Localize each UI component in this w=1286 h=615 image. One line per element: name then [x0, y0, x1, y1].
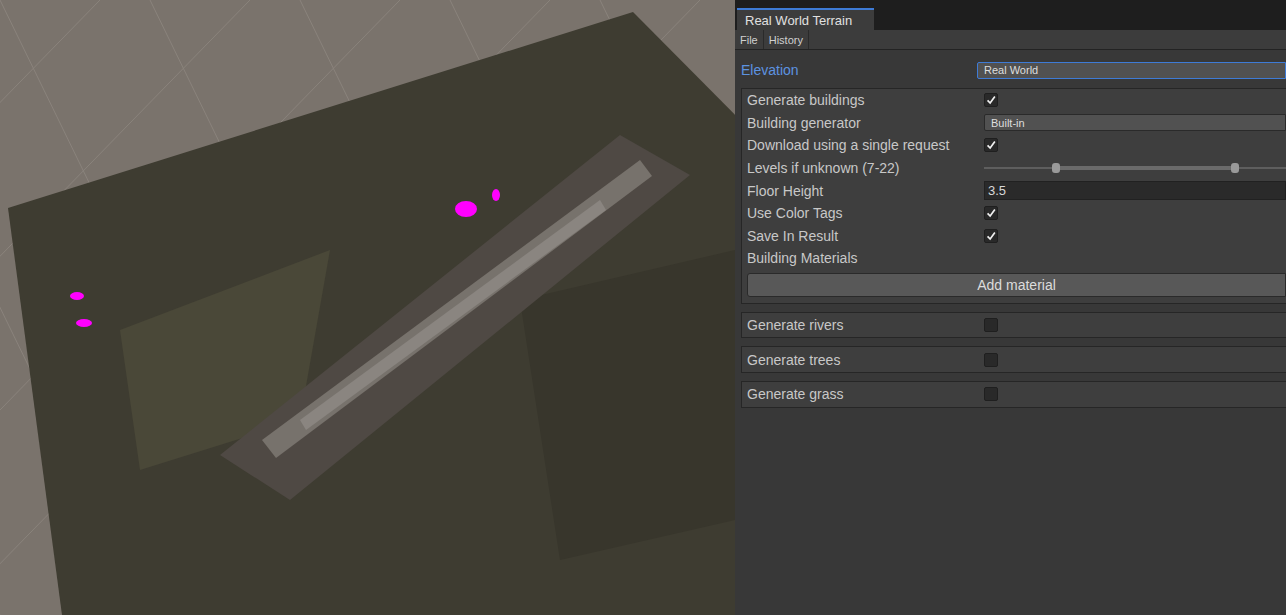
setting-label: Generate buildings: [747, 92, 984, 108]
checkbox[interactable]: [984, 353, 998, 367]
checkbox[interactable]: [984, 229, 998, 243]
generator-row: Generate rivers: [747, 314, 1286, 337]
checkbox[interactable]: [984, 206, 998, 220]
generator-group: Generate trees: [741, 346, 1286, 373]
setting-row: Download using a single request: [747, 134, 1286, 157]
checkbox[interactable]: [984, 138, 998, 152]
setting-row: Use Color Tags: [747, 202, 1286, 225]
dropdown[interactable]: Built-in: [984, 114, 1286, 131]
setting-row: Building generator Built-in: [747, 112, 1286, 135]
check-icon: [985, 138, 997, 152]
generator-label: Generate rivers: [747, 317, 984, 333]
checkbox[interactable]: [984, 318, 998, 332]
generator-label: Generate grass: [747, 386, 984, 402]
slider-handle[interactable]: [1231, 163, 1239, 173]
setting-row: Generate buildings: [747, 89, 1286, 112]
check-icon: [985, 229, 997, 243]
generator-row: Generate grass: [747, 383, 1286, 406]
panel-content: Elevation Real World Generate buildings …: [735, 50, 1286, 408]
setting-row: Save In Result: [747, 225, 1286, 248]
setting-label: Use Color Tags: [747, 205, 984, 221]
setting-label: Levels if unknown (7-22): [747, 160, 984, 176]
terrain: [8, 12, 735, 615]
building[interactable]: [76, 319, 92, 327]
slider-range: [1056, 166, 1234, 170]
setting-row: Levels if unknown (7-22): [747, 157, 1286, 180]
buildings-group: Generate buildings Building generator Bu…: [741, 88, 1286, 304]
building[interactable]: [455, 201, 477, 217]
scene-canvas[interactable]: [0, 0, 735, 615]
elevation-label: Elevation: [741, 62, 977, 78]
setting-label: Save In Result: [747, 228, 984, 244]
terrain-patch: [520, 250, 735, 560]
menu-bar: FileHistory: [735, 30, 1286, 50]
scene-view[interactable]: [0, 0, 735, 615]
checkbox[interactable]: [984, 93, 998, 107]
generator-row: Generate trees: [747, 348, 1286, 371]
slider-handle[interactable]: [1052, 163, 1060, 173]
generator-group: Generate rivers: [741, 312, 1286, 339]
building[interactable]: [70, 292, 84, 300]
runway: [262, 160, 652, 458]
generator-label: Generate trees: [747, 352, 984, 368]
number-field[interactable]: 3.5: [984, 181, 1286, 200]
check-icon: [985, 206, 997, 220]
runway-area: [220, 135, 690, 500]
generator-group: Generate grass: [741, 381, 1286, 408]
add-material-button[interactable]: Add material: [747, 273, 1286, 297]
setting-row: Building Materials: [747, 247, 1286, 270]
elevation-row: Elevation Real World: [741, 60, 1286, 80]
setting-label: Building generator: [747, 115, 984, 131]
setting-label: Floor Height: [747, 183, 984, 199]
taxiway: [300, 200, 606, 430]
setting-label: Download using a single request: [747, 137, 984, 153]
menu-item[interactable]: History: [764, 30, 809, 49]
menu-item[interactable]: File: [735, 30, 764, 49]
tab-bar: Real World Terrain: [735, 0, 1286, 30]
unity-editor: Real World Terrain FileHistory Elevation…: [0, 0, 1286, 615]
range-slider[interactable]: [984, 161, 1286, 175]
elevation-dropdown[interactable]: Real World: [977, 62, 1286, 79]
terrain-panel: Real World Terrain FileHistory Elevation…: [735, 0, 1286, 615]
check-icon: [985, 93, 997, 107]
building[interactable]: [492, 189, 500, 201]
setting-row: Floor Height 3.5: [747, 179, 1286, 202]
tab[interactable]: Real World Terrain: [737, 8, 874, 30]
setting-label: Building Materials: [747, 250, 984, 266]
checkbox[interactable]: [984, 387, 998, 401]
